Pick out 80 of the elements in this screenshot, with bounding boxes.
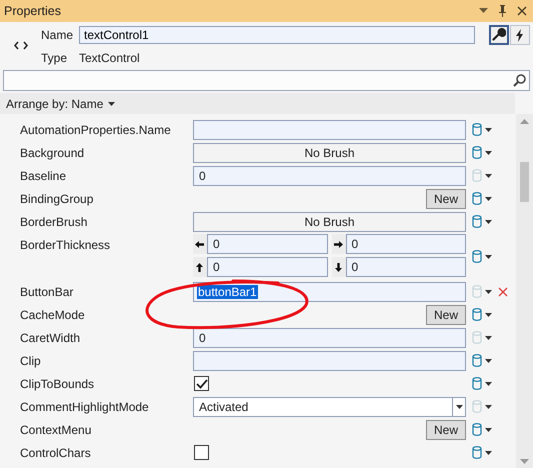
value-field[interactable]: 0 <box>207 234 328 254</box>
value-field[interactable]: 0 <box>193 328 466 348</box>
database-icon[interactable] <box>472 250 482 263</box>
database-icon[interactable] <box>472 146 482 159</box>
close-icon[interactable] <box>517 6 527 16</box>
property-name: ContextMenu <box>19 422 92 436</box>
new-button[interactable]: New <box>426 420 466 440</box>
code-icon <box>14 40 28 50</box>
value-field[interactable]: 0 <box>207 257 328 277</box>
clear-icon[interactable] <box>498 286 508 296</box>
arrow-icon <box>334 240 342 248</box>
caret-icon[interactable] <box>485 428 492 432</box>
scroll-up-icon[interactable] <box>520 119 529 124</box>
arrow-icon <box>195 262 204 272</box>
caret-icon[interactable] <box>485 254 492 258</box>
property-name: AutomationProperties.Name <box>19 122 172 136</box>
name-label: Name <box>41 28 74 42</box>
search-icon <box>513 74 526 87</box>
new-button[interactable]: New <box>426 304 466 324</box>
caret-icon[interactable] <box>485 358 492 362</box>
property-name: ButtonBar <box>19 284 74 298</box>
property-name: Background <box>19 146 86 160</box>
property-name: Clip <box>19 354 42 368</box>
caret-icon[interactable] <box>485 220 492 224</box>
caret-icon[interactable] <box>485 336 492 340</box>
combo-box[interactable]: Activated <box>193 396 466 416</box>
caret-icon[interactable] <box>485 382 492 386</box>
database-icon[interactable] <box>472 423 482 436</box>
property-name: CacheMode <box>19 308 86 322</box>
database-icon[interactable] <box>472 377 482 390</box>
lightning-icon <box>515 28 525 42</box>
property-name: CaretWidth <box>19 330 82 344</box>
property-name: Baseline <box>19 168 68 182</box>
caret-icon <box>108 102 116 106</box>
property-name: BindingGroup <box>19 192 94 206</box>
property-name: ClipToBounds <box>19 376 96 390</box>
new-button[interactable]: New <box>426 188 466 208</box>
caret-icon[interactable] <box>485 450 492 454</box>
search-field[interactable] <box>3 70 530 91</box>
value-field[interactable]: buttonBar1 <box>193 282 466 302</box>
scroll-thumb[interactable] <box>520 162 529 202</box>
value-field[interactable]: 0 <box>346 257 466 277</box>
brush-button[interactable]: No Brush <box>193 142 466 162</box>
arrow-icon <box>195 240 204 248</box>
value-field[interactable] <box>193 120 466 140</box>
property-name: ControlChars <box>19 446 92 460</box>
property-name: BorderBrush <box>19 214 88 228</box>
arrow-icon <box>334 262 342 272</box>
database-icon[interactable] <box>472 446 482 459</box>
database-icon[interactable] <box>472 215 482 228</box>
type-label: Type <box>41 51 68 65</box>
brush-button[interactable]: No Brush <box>193 212 466 232</box>
database-icon[interactable] <box>472 123 482 136</box>
pin-icon[interactable] <box>498 5 507 17</box>
value-field[interactable]: 0 <box>193 166 466 186</box>
checkbox[interactable] <box>194 376 209 391</box>
value-field[interactable] <box>193 350 466 370</box>
caret-icon[interactable] <box>485 404 492 408</box>
property-name: BorderThickness <box>19 238 112 252</box>
scrollbar[interactable] <box>516 114 533 468</box>
database-icon[interactable] <box>472 354 482 367</box>
dropdown-icon[interactable] <box>479 8 488 14</box>
checkbox[interactable] <box>194 445 209 460</box>
property-name: CommentHighlightMode <box>19 400 150 414</box>
caret-icon[interactable] <box>485 174 492 178</box>
scroll-down-icon[interactable] <box>520 459 529 464</box>
database-icon[interactable] <box>472 192 482 205</box>
caret-icon[interactable] <box>485 128 492 132</box>
arrange-by-dropdown[interactable]: Arrange by: Name <box>6 96 116 110</box>
caret-icon[interactable] <box>485 150 492 154</box>
caret-icon[interactable] <box>485 290 492 294</box>
type-value: TextControl <box>79 51 141 65</box>
caret-icon <box>456 404 462 408</box>
caret-icon[interactable] <box>485 312 492 316</box>
value-field[interactable]: 0 <box>346 234 466 254</box>
lightning-tab[interactable] <box>510 25 530 45</box>
caret-icon[interactable] <box>485 196 492 200</box>
database-icon[interactable] <box>472 308 482 321</box>
window-title: Properties <box>4 4 61 18</box>
name-field[interactable]: textControl1 <box>79 26 475 44</box>
